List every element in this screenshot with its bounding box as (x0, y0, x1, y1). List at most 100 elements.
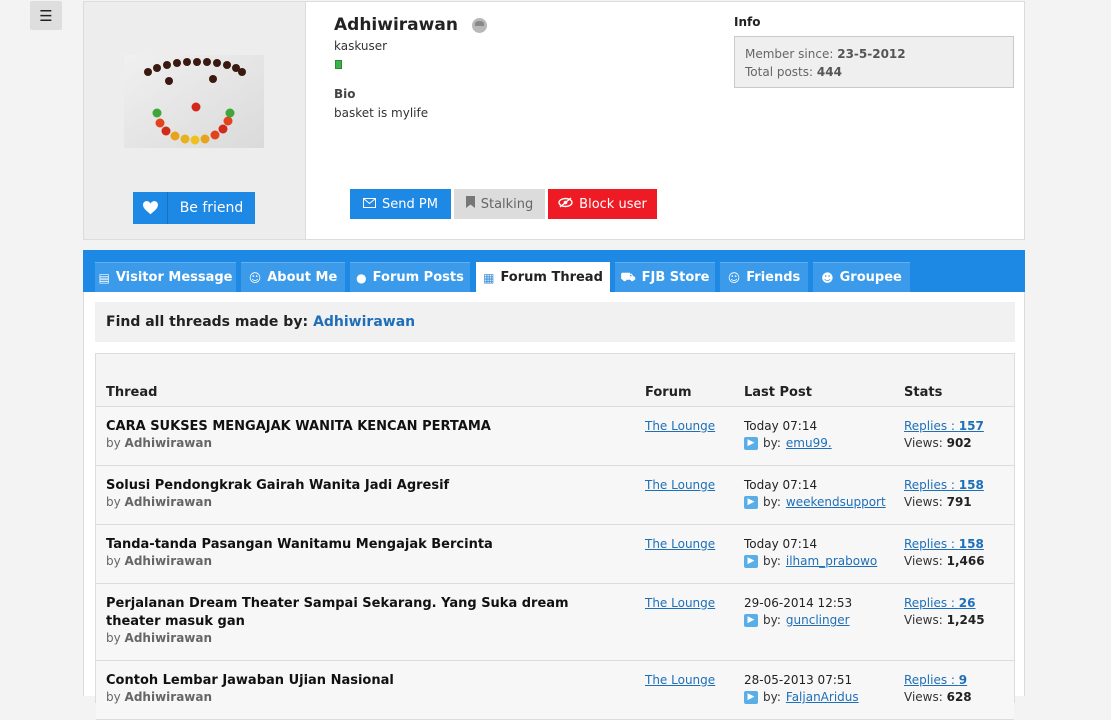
username-text: Adhiwirawan (334, 15, 458, 35)
go-to-post-icon[interactable]: ▶ (744, 613, 758, 627)
bio-title: Bio (334, 87, 356, 101)
last-post-by: ▶ by: FaljanAridus (744, 690, 859, 704)
thread-list-panel: Find all threads made by: Adhiwirawan Th… (83, 292, 1025, 720)
be-friend-button[interactable]: Be friend (133, 192, 255, 224)
forum-link[interactable]: The Lounge (645, 537, 715, 551)
eye-slash-icon (558, 196, 573, 212)
forum-link[interactable]: The Lounge (645, 419, 715, 433)
last-post-by: ▶ by: ilham_prabowo (744, 554, 877, 568)
header-last-post: Last Post (744, 385, 812, 400)
go-to-post-icon[interactable]: ▶ (744, 436, 758, 450)
replies-link[interactable]: Replies : 157 (904, 419, 984, 433)
chat-icon: ● (356, 270, 367, 285)
go-to-post-icon[interactable]: ▶ (744, 690, 758, 704)
thread-title-link[interactable]: CARA SUKSES MENGAJAK WANITA KENCAN PERTA… (106, 418, 576, 436)
forum-link[interactable]: The Lounge (645, 673, 715, 687)
last-post-time: Today 07:14 (744, 419, 818, 433)
tab-visitor-message[interactable]: ▤ Visitor Message (95, 262, 236, 292)
calendar-icon: ▦ (483, 270, 495, 285)
tab-friends[interactable]: ☺ Friends (720, 262, 808, 292)
profile-card: Be friend Adhiwirawan kaskuser Bio baske… (83, 1, 1025, 240)
replies-link[interactable]: Replies : 9 (904, 673, 967, 687)
views-count: Views: 628 (904, 690, 972, 704)
tab-forum-posts[interactable]: ● Forum Posts (350, 262, 470, 292)
bio-text: basket is mylife (334, 106, 429, 120)
bookmark-icon (465, 196, 475, 212)
cart-icon: ⛟ (620, 269, 636, 284)
last-post-by: ▶ by: gunclinger (744, 613, 850, 627)
send-pm-label: Send PM (382, 196, 438, 212)
table-row: Perjalanan Dream Theater Sampai Sekarang… (96, 584, 1014, 661)
user-icon: ☺ (248, 270, 262, 285)
replies-link[interactable]: Replies : 158 (904, 478, 984, 492)
tab-about-me[interactable]: ☺ About Me (241, 262, 345, 292)
last-post-time: 28-05-2013 07:51 (744, 673, 853, 687)
table-row: Tanda-tanda Pasangan Wanitamu Mengajak B… (96, 525, 1014, 584)
find-user-link[interactable]: Adhiwirawan (313, 314, 415, 330)
views-count: Views: 791 (904, 495, 972, 509)
thread-table: Thread Forum Last Post Stats CARA SUKSES… (95, 353, 1015, 720)
block-user-button[interactable]: Block user (548, 189, 657, 219)
be-friend-label: Be friend (179, 200, 244, 216)
views-count: Views: 1,245 (904, 613, 985, 627)
go-to-post-icon[interactable]: ▶ (744, 554, 758, 568)
info-box: Member since: 23-5-2012 Total posts: 444 (734, 36, 1014, 88)
user-rank: kaskuser (334, 39, 388, 53)
info-title: Info (734, 15, 761, 29)
thread-author: by Adhiwirawan (106, 554, 213, 568)
friends-icon: ☺ (727, 270, 741, 285)
last-post-by: ▶ by: emu99. (744, 436, 832, 450)
thread-title-link[interactable]: Solusi Pendongkrak Gairah Wanita Jadi Ag… (106, 477, 576, 495)
offline-status-icon (471, 17, 487, 33)
forum-link[interactable]: The Lounge (645, 596, 715, 610)
table-header: Thread Forum Last Post Stats (96, 354, 1014, 407)
header-thread: Thread (106, 385, 158, 400)
last-poster-link[interactable]: FaljanAridus (786, 690, 859, 704)
thread-author: by Adhiwirawan (106, 495, 213, 509)
menu-button[interactable]: ☰ (30, 1, 62, 30)
avatar (124, 55, 264, 148)
thread-author: by Adhiwirawan (106, 436, 213, 450)
thread-title-link[interactable]: Perjalanan Dream Theater Sampai Sekarang… (106, 595, 576, 631)
tab-groupee[interactable]: ☻ Groupee (813, 262, 910, 292)
member-since: Member since: 23-5-2012 (745, 47, 906, 61)
last-post-by: ▶ by: weekendsupport (744, 495, 886, 509)
table-row: Contoh Lembar Jawaban Ujian Nasional by … (96, 661, 1014, 720)
hamburger-icon: ☰ (39, 6, 53, 25)
go-to-post-icon[interactable]: ▶ (744, 495, 758, 509)
last-post-time: Today 07:14 (744, 537, 818, 551)
envelope-icon (363, 197, 377, 212)
last-poster-link[interactable]: gunclinger (786, 613, 850, 627)
tab-fjb-store[interactable]: ⛟ FJB Store (615, 262, 715, 292)
find-threads-heading: Find all threads made by: Adhiwirawan (95, 302, 1015, 342)
replies-link[interactable]: Replies : 158 (904, 537, 984, 551)
last-poster-link[interactable]: ilham_prabowo (786, 554, 877, 568)
send-pm-button[interactable]: Send PM (350, 189, 451, 219)
stalking-button[interactable]: Stalking (454, 189, 545, 219)
profile-username: Adhiwirawan (334, 15, 487, 35)
table-row: CARA SUKSES MENGAJAK WANITA KENCAN PERTA… (96, 407, 1014, 466)
profile-avatar-panel: Be friend (84, 2, 306, 239)
reputation-bar-icon (335, 60, 342, 69)
stalking-label: Stalking (480, 196, 534, 212)
table-row: Solusi Pendongkrak Gairah Wanita Jadi Ag… (96, 466, 1014, 525)
profile-tabs: ▤ Visitor Message ☺ About Me ● Forum Pos… (83, 250, 1025, 292)
last-post-time: 29-06-2014 12:53 (744, 596, 853, 610)
last-post-time: Today 07:14 (744, 478, 818, 492)
views-count: Views: 1,466 (904, 554, 985, 568)
replies-link[interactable]: Replies : 26 (904, 596, 976, 610)
last-poster-link[interactable]: weekendsupport (786, 495, 886, 509)
heart-icon (133, 192, 168, 224)
thread-title-link[interactable]: Contoh Lembar Jawaban Ujian Nasional (106, 672, 576, 690)
tab-forum-thread[interactable]: ▦ Forum Thread (476, 262, 610, 292)
thread-author: by Adhiwirawan (106, 690, 213, 704)
message-icon: ▤ (98, 270, 110, 285)
total-posts: Total posts: 444 (745, 65, 842, 79)
group-icon: ☻ (821, 270, 834, 285)
header-stats: Stats (904, 385, 943, 400)
views-count: Views: 902 (904, 436, 972, 450)
thread-author: by Adhiwirawan (106, 631, 213, 645)
forum-link[interactable]: The Lounge (645, 478, 715, 492)
thread-title-link[interactable]: Tanda-tanda Pasangan Wanitamu Mengajak B… (106, 536, 576, 554)
last-poster-link[interactable]: emu99. (786, 436, 832, 450)
